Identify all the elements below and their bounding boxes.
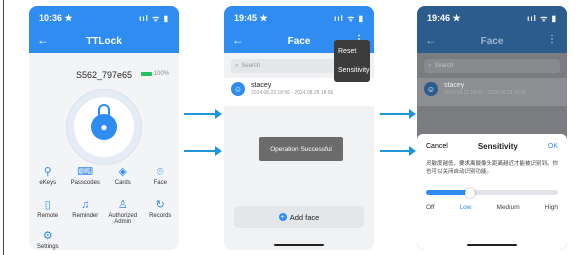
feature-face[interactable]: ⌾ Face (142, 166, 180, 186)
user-avatar-icon: ☺ (424, 82, 438, 96)
battery-level: 100% (153, 71, 169, 77)
home-indicator (274, 244, 324, 246)
admin-icon: ♙ (117, 199, 128, 211)
list-item[interactable]: ☺ stacey 2024.08.22 18:56 - 2024.08.25 1… (224, 78, 374, 106)
sheet-header: Cancel Sensitivity OK (426, 142, 558, 151)
slider-thumb[interactable] (464, 188, 475, 198)
face-icon: ⌾ (156, 166, 164, 178)
ok-button[interactable]: OK (548, 143, 558, 150)
search-icon: ⌕ (235, 62, 239, 69)
status-bar: 19:45 ★ ııl ᯤ ▮ (224, 6, 374, 30)
battery-indicator: 100% (140, 71, 169, 77)
flow-arrow (184, 109, 222, 119)
feature-remote[interactable]: ▯ Remote (29, 199, 67, 225)
unlock-button[interactable]: ● (67, 90, 141, 164)
phone-face-list: 19:45 ★ ııl ᯤ ▮ ← Face ⋮ ⌕ Search ☺ stac… (224, 6, 374, 250)
remote-icon: ▯ (44, 199, 51, 211)
add-face-button[interactable]: + Add face (234, 206, 364, 228)
flow-arrow (184, 146, 222, 156)
feature-grid-row-2: ▯ Remote ♫ Reminder ♙ Authorized Admin ↻ Rec… (29, 199, 179, 225)
face-validity: 2024.08.22 18:56 - 2024.08.25 18:56 (444, 90, 527, 96)
phone-ttlock-home: 10:36 ★ ııl ᯤ ▮ ← TTLock S562_797e65 100… (29, 6, 179, 250)
feature-grid-row-3: ⚙ Settings (29, 230, 179, 250)
toast-message: Operation Successful (259, 137, 343, 161)
back-icon[interactable]: ← (425, 33, 437, 47)
bell-icon: ♫ (81, 199, 90, 211)
status-time: 10:36 ★ (39, 12, 73, 23)
sensitivity-levels: Off Low Medium High (426, 204, 558, 211)
more-menu-icon[interactable]: ⋮ (547, 34, 557, 45)
page-title: TTLock (86, 35, 122, 47)
level-off[interactable]: Off (426, 204, 435, 211)
feature-passcodes[interactable]: ⌨ Passcodes (67, 166, 105, 186)
status-bar: 10:36 ★ ııl ᯤ ▮ (29, 6, 179, 30)
feature-ekeys[interactable]: ⚲ eKeys (29, 166, 67, 186)
left-border (3, 0, 4, 255)
status-icons: ııl ᯤ ▮ (334, 13, 364, 23)
feature-grid-row-1: ⚲ eKeys ⌨ Passcodes ◈ Cards ⌾ Face (29, 166, 179, 186)
face-name: stacey (251, 82, 272, 89)
phone-sensitivity-sheet: 19:46 ★ ııl ᯤ ▮ ← Face ⋮ ⌕ Search ☺ stac… (417, 6, 567, 250)
feature-settings[interactable]: ⚙ Settings (29, 230, 67, 250)
face-validity: 2024.08.22 18:56 - 2024.08.25 18:56 (251, 90, 334, 96)
slider-fill (426, 190, 470, 195)
plus-icon: + (278, 213, 287, 221)
feature-authorized-admin[interactable]: ♙ Authorized Admin (104, 199, 142, 225)
sensitivity-slider[interactable] (426, 188, 558, 198)
lock-icon: ● (91, 104, 117, 140)
feature-records[interactable]: ↻ Records (142, 199, 180, 225)
user-avatar-icon: ☺ (231, 82, 245, 96)
feature-reminder[interactable]: ♫ Reminder (67, 199, 105, 225)
status-icons: ııl ᯤ ▮ (527, 13, 557, 23)
feature-cards[interactable]: ◈ Cards (104, 166, 142, 186)
card-icon: ◈ (118, 166, 127, 178)
status-time: 19:45 ★ (234, 12, 268, 23)
search-icon: ⌕ (428, 62, 432, 69)
battery-icon (140, 72, 152, 76)
gear-icon: ⚙ (42, 230, 53, 242)
list-item: ☺ stacey 2024.08.22 18:56 - 2024.08.25 1… (417, 78, 567, 106)
level-medium[interactable]: Medium (497, 204, 520, 211)
nav-header: ← TTLock (29, 30, 179, 52)
status-icons: ııl ᯤ ▮ (139, 13, 169, 23)
search-input: ⌕ Search (424, 59, 560, 73)
level-low[interactable]: Low (460, 204, 472, 211)
records-icon: ↻ (155, 199, 165, 211)
back-icon[interactable]: ← (232, 33, 244, 47)
nav-header: ← Face ⋮ (417, 30, 567, 52)
flow-arrow (380, 146, 416, 156)
page-title: Face (287, 35, 311, 47)
sheet-description: 灵敏度越低，要求离摄像头距离越近才能被识别到。你也可以关闭自动识别功能。 (426, 161, 559, 175)
menu-item-reset[interactable]: Reset (334, 42, 370, 61)
face-name: stacey (444, 82, 465, 89)
back-icon[interactable]: ← (37, 33, 49, 47)
popup-menu: Reset Sensitivity (334, 40, 370, 82)
status-time: 19:46 ★ (427, 12, 461, 23)
page-title: Face (480, 35, 504, 47)
home-indicator (467, 244, 517, 246)
sheet-title: Sensitivity (477, 142, 518, 151)
flow-arrow (380, 109, 416, 119)
status-bar: 19:46 ★ ııl ᯤ ▮ (417, 6, 567, 30)
ekey-icon: ⚲ (43, 166, 52, 178)
cancel-button[interactable]: Cancel (426, 143, 448, 150)
sensitivity-sheet: Cancel Sensitivity OK 灵敏度越低，要求离摄像头距离越近才能… (417, 134, 567, 250)
passcode-icon: ⌨ (77, 166, 94, 178)
level-high[interactable]: High (545, 204, 558, 211)
menu-item-sensitivity[interactable]: Sensitivity (334, 61, 370, 80)
